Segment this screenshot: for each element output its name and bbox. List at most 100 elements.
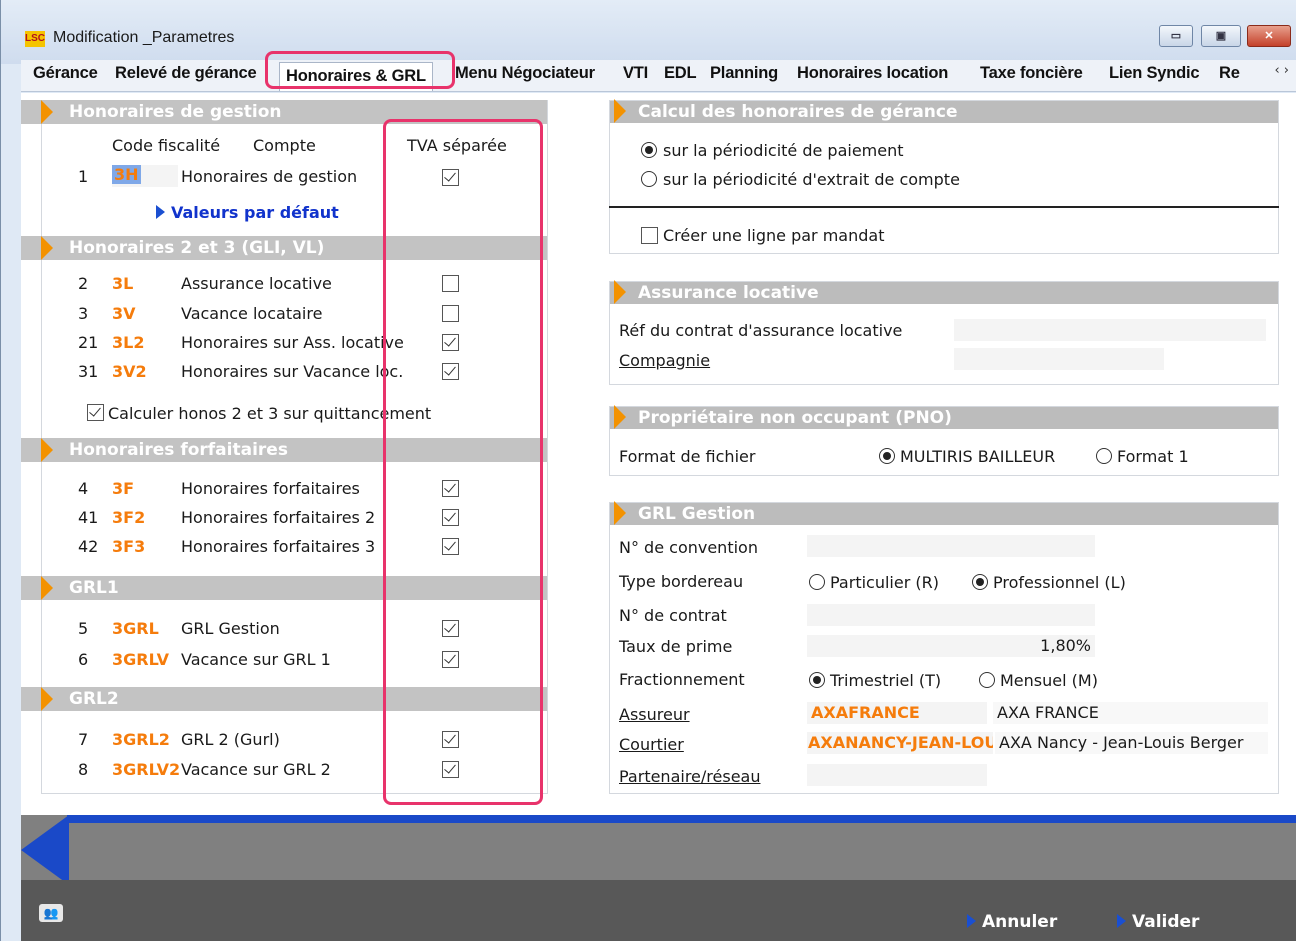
divider bbox=[609, 206, 1279, 208]
tab-menu-negociateur[interactable]: Menu Négociateur bbox=[455, 64, 595, 83]
section-honoraires-2-3: Honoraires 2 et 3 (GLI, VL) bbox=[21, 236, 547, 260]
tva-checkbox[interactable] bbox=[442, 169, 459, 186]
radio-label: Trimestriel (T) bbox=[830, 671, 942, 690]
compagnie-link[interactable]: Compagnie bbox=[619, 351, 710, 370]
code-value[interactable]: 3F bbox=[112, 479, 134, 498]
row-num: 5 bbox=[78, 619, 89, 638]
play-arrow-icon bbox=[1117, 914, 1126, 928]
tab-truncated[interactable]: Re bbox=[1219, 64, 1241, 83]
contrat-input[interactable] bbox=[807, 604, 1095, 626]
code-value[interactable]: 3GRLV2 bbox=[112, 760, 180, 779]
compagnie-input[interactable] bbox=[954, 348, 1164, 370]
ref-contrat-input[interactable] bbox=[954, 319, 1266, 341]
code-value[interactable]: 3GRL bbox=[112, 619, 159, 638]
row-label: GRL 2 (Gurl) bbox=[181, 730, 280, 749]
code-value[interactable]: 3L bbox=[112, 274, 133, 293]
row-num: 4 bbox=[78, 479, 89, 498]
tva-checkbox[interactable] bbox=[442, 731, 459, 748]
blue-corner-arrow bbox=[21, 815, 69, 885]
section-arrow-icon bbox=[41, 100, 53, 124]
code-value[interactable]: 3F2 bbox=[112, 508, 145, 527]
tva-checkbox[interactable] bbox=[442, 363, 459, 380]
row-label: Honoraires de gestion bbox=[181, 167, 358, 186]
assureur-link[interactable]: Assureur bbox=[619, 705, 690, 724]
row-num: 1 bbox=[78, 167, 89, 186]
radio-periodicite-extrait[interactable] bbox=[641, 171, 657, 187]
section-title: Honoraires forfaitaires bbox=[69, 440, 288, 460]
section-grl2: GRL2 bbox=[21, 687, 547, 711]
row-label: Honoraires sur Vacance loc. bbox=[181, 362, 404, 381]
tab-planning[interactable]: Planning bbox=[710, 64, 778, 83]
code-field[interactable]: 3H bbox=[112, 165, 178, 187]
tva-checkbox[interactable] bbox=[442, 509, 459, 526]
radio-multiris[interactable] bbox=[879, 448, 895, 464]
tab-edl[interactable]: EDL bbox=[664, 64, 697, 83]
taux-input[interactable]: 1,80% bbox=[807, 635, 1095, 657]
footer bbox=[21, 880, 1296, 941]
tab-bar: Gérance Relevé de gérance Honoraires & G… bbox=[21, 60, 1296, 92]
courtier-code-input[interactable]: AXANANCY-JEAN-LOUIS bbox=[807, 732, 993, 754]
section-honoraires-forfaitaires: Honoraires forfaitaires bbox=[21, 438, 547, 462]
courtier-link[interactable]: Courtier bbox=[619, 735, 684, 754]
section-arrow-icon bbox=[614, 501, 626, 525]
code-value[interactable]: 3L2 bbox=[112, 333, 144, 352]
panel-title: Assurance locative bbox=[638, 283, 819, 303]
col-tva-separee: TVA séparée bbox=[407, 136, 507, 155]
app-logo: LSC bbox=[25, 31, 45, 47]
tab-vti[interactable]: VTI bbox=[623, 64, 648, 83]
users-icon[interactable]: 👥 bbox=[39, 904, 63, 922]
tab-releve-gerance[interactable]: Relevé de gérance bbox=[115, 64, 257, 83]
tva-checkbox[interactable] bbox=[442, 275, 459, 292]
code-value[interactable]: 3V bbox=[112, 304, 136, 323]
valider-button[interactable]: Valider bbox=[1117, 912, 1199, 932]
convention-input[interactable] bbox=[807, 535, 1095, 557]
convention-label: N° de convention bbox=[619, 538, 758, 557]
radio-format-1[interactable] bbox=[1096, 448, 1112, 464]
valeurs-par-defaut-link[interactable]: Valeurs par défaut bbox=[156, 203, 339, 222]
radio-label: Mensuel (M) bbox=[1000, 671, 1098, 690]
tva-checkbox[interactable] bbox=[442, 651, 459, 668]
tva-checkbox[interactable] bbox=[442, 305, 459, 322]
row-num: 31 bbox=[78, 362, 99, 381]
tab-taxe-fonciere[interactable]: Taxe foncière bbox=[980, 64, 1083, 83]
code-value[interactable]: 3V2 bbox=[112, 362, 147, 381]
assureur-name: AXA FRANCE bbox=[993, 702, 1268, 724]
ligne-mandat-checkbox[interactable] bbox=[641, 227, 658, 244]
tab-lien-syndic[interactable]: Lien Syndic bbox=[1109, 64, 1200, 83]
code-value[interactable]: 3F3 bbox=[112, 537, 145, 556]
radio-professionnel[interactable] bbox=[972, 574, 988, 590]
tva-checkbox[interactable] bbox=[442, 761, 459, 778]
radio-periodicite-paiement[interactable] bbox=[641, 142, 657, 158]
row-label: Vacance locataire bbox=[181, 304, 323, 323]
button-label: Valider bbox=[1132, 912, 1200, 932]
tva-checkbox[interactable] bbox=[442, 480, 459, 497]
section-title: Honoraires de gestion bbox=[69, 102, 282, 122]
row-num: 8 bbox=[78, 760, 89, 779]
minimize-button[interactable]: ▭ bbox=[1159, 25, 1193, 47]
tva-checkbox[interactable] bbox=[442, 620, 459, 637]
radio-particulier[interactable] bbox=[809, 574, 825, 590]
close-button[interactable]: ✕ bbox=[1247, 25, 1291, 47]
section-arrow-icon bbox=[614, 99, 626, 123]
window-title: Modification _Parametres bbox=[53, 29, 235, 46]
code-value[interactable]: 3GRL2 bbox=[112, 730, 170, 749]
taux-label: Taux de prime bbox=[619, 637, 733, 656]
partenaire-link[interactable]: Partenaire/réseau bbox=[619, 767, 760, 786]
tab-scroll-arrows[interactable]: ‹ › bbox=[1274, 63, 1289, 78]
annuler-button[interactable]: Annuler bbox=[967, 912, 1057, 932]
tab-gerance[interactable]: Gérance bbox=[33, 64, 98, 83]
tab-honoraires-grl[interactable]: Honoraires & GRL bbox=[279, 62, 433, 91]
tva-checkbox[interactable] bbox=[442, 538, 459, 555]
radio-label: Particulier (R) bbox=[830, 573, 939, 592]
radio-mensuel[interactable] bbox=[979, 672, 995, 688]
tva-checkbox[interactable] bbox=[442, 334, 459, 351]
radio-trimestriel[interactable] bbox=[809, 672, 825, 688]
calc-quittancement-checkbox[interactable] bbox=[87, 404, 104, 421]
maximize-button[interactable]: ▣ bbox=[1201, 25, 1241, 47]
assureur-code-input[interactable]: AXAFRANCE bbox=[807, 702, 987, 724]
tab-honoraires-location[interactable]: Honoraires location bbox=[797, 64, 948, 83]
bordereau-label: Type bordereau bbox=[619, 572, 744, 591]
code-value[interactable]: 3GRLV bbox=[112, 650, 169, 669]
partenaire-input[interactable] bbox=[807, 764, 987, 786]
section-honoraires-gestion: Honoraires de gestion bbox=[21, 100, 547, 124]
